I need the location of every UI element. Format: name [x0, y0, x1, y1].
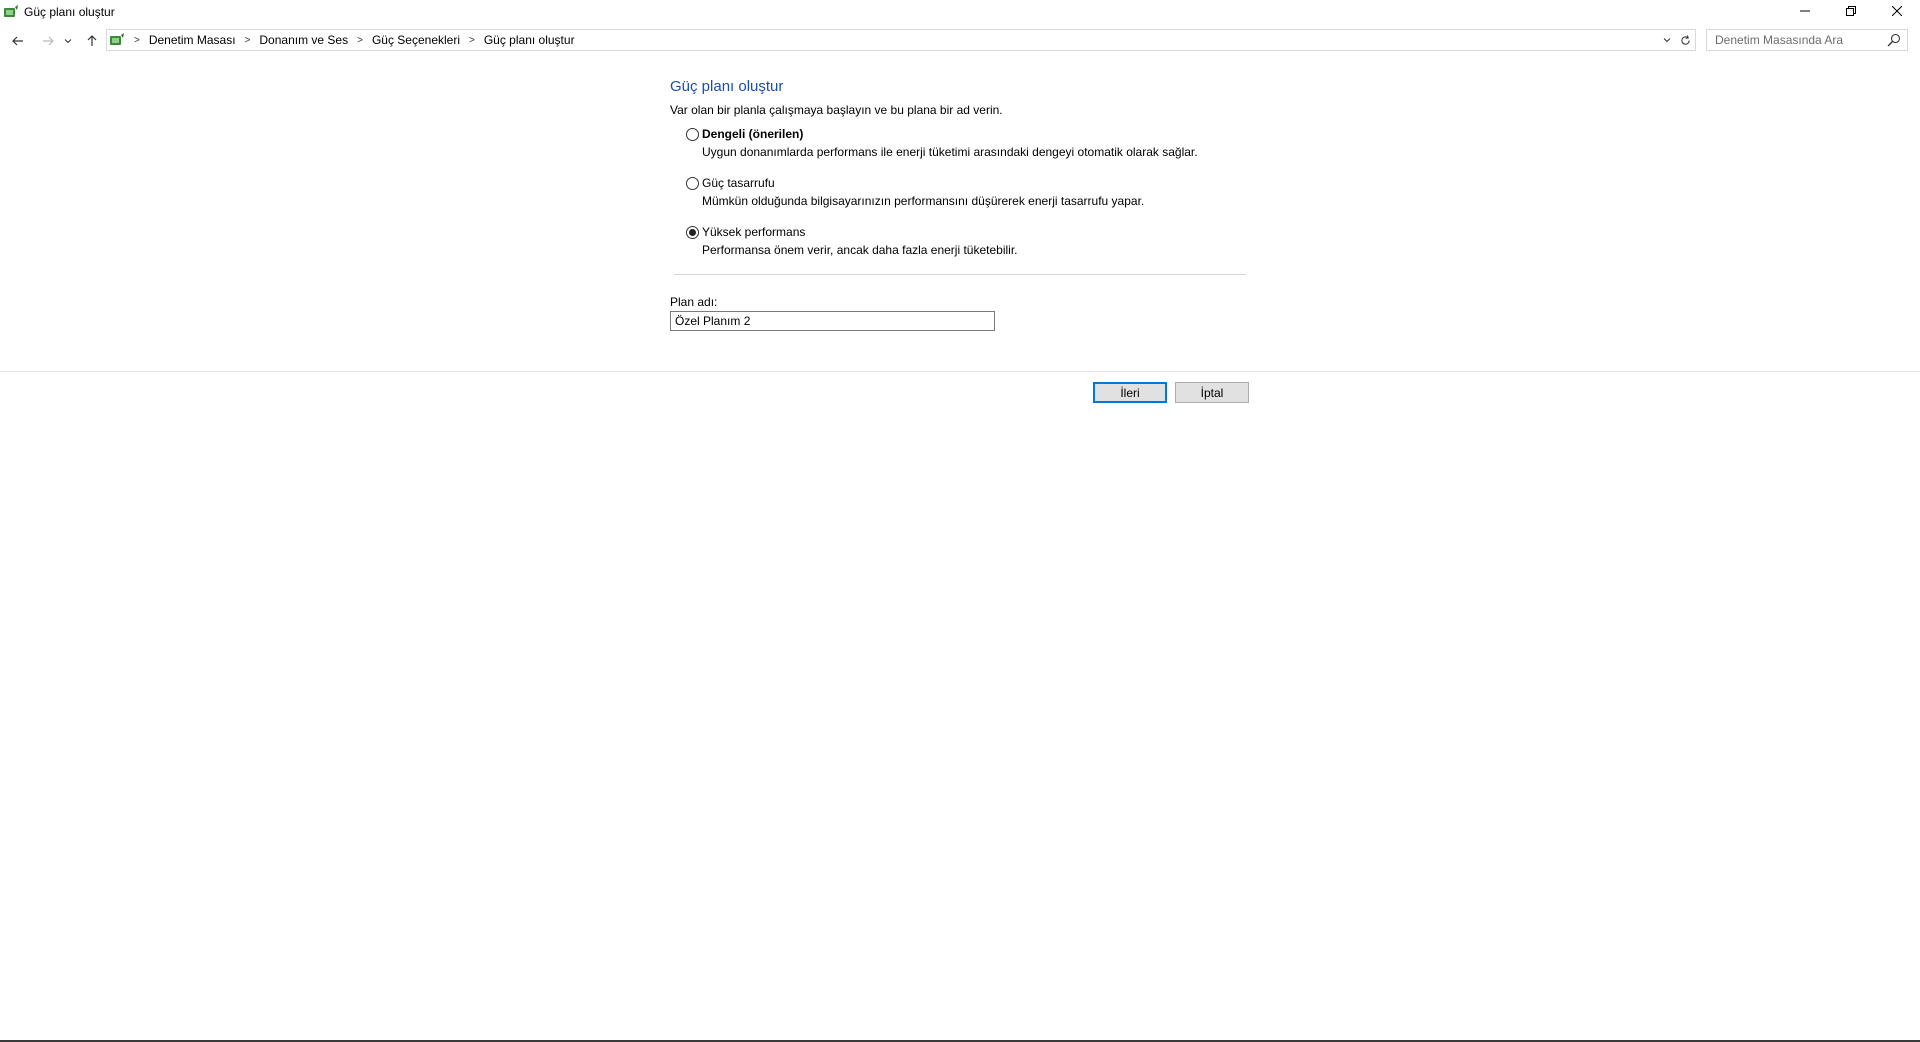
- breadcrumb-separator[interactable]: >: [240, 35, 256, 46]
- control-panel-icon: [110, 33, 124, 45]
- plan-option-power-saver[interactable]: Güç tasarrufu Mümkün olduğunda bilgisaya…: [686, 176, 1250, 209]
- balanced-label[interactable]: Dengeli (önerilen): [702, 127, 1250, 142]
- up-button[interactable]: [82, 31, 102, 51]
- cancel-button[interactable]: İptal: [1175, 382, 1249, 403]
- balanced-description: Uygun donanımlarda performans ile enerji…: [702, 145, 1198, 159]
- chevron-down-icon: [1663, 38, 1671, 43]
- intro-text: Var olan bir planla çalışmaya başlayın v…: [670, 103, 1003, 117]
- breadcrumb-separator[interactable]: >: [129, 35, 145, 46]
- recent-locations-button[interactable]: [62, 31, 74, 51]
- balanced-radio[interactable]: [686, 128, 699, 141]
- restore-icon: [1846, 6, 1856, 16]
- search-placeholder: Denetim Masasında Ara: [1715, 33, 1844, 47]
- restore-button[interactable]: [1828, 0, 1874, 22]
- main-content: Güç planı oluştur Var olan bir planla ça…: [670, 78, 1250, 331]
- chevron-down-icon: [64, 39, 72, 44]
- breadcrumb-create-power-plan[interactable]: Güç planı oluştur: [480, 33, 579, 47]
- address-bar[interactable]: > Denetim Masası > Donanım ve Ses > Güç …: [106, 29, 1696, 51]
- next-button[interactable]: İleri: [1093, 382, 1167, 403]
- forward-button[interactable]: [38, 31, 58, 51]
- breadcrumb-hardware-sound[interactable]: Donanım ve Ses: [255, 33, 352, 47]
- breadcrumb-separator[interactable]: >: [464, 35, 480, 46]
- address-dropdown-button[interactable]: [1659, 32, 1675, 48]
- arrow-up-icon: [87, 35, 97, 46]
- breadcrumb-power-options[interactable]: Güç Seçenekleri: [368, 33, 464, 47]
- power-saver-description: Mümkün olduğunda bilgisayarınızın perfor…: [702, 194, 1145, 208]
- minimize-button[interactable]: [1782, 0, 1828, 22]
- title-bar: Güç planı oluştur: [0, 0, 1920, 24]
- plan-option-high-performance[interactable]: Yüksek performans Performansa önem verir…: [686, 225, 1250, 258]
- breadcrumb-separator[interactable]: >: [352, 35, 368, 46]
- high-performance-label[interactable]: Yüksek performans: [702, 225, 1250, 240]
- breadcrumb-control-panel[interactable]: Denetim Masası: [145, 33, 240, 47]
- plan-name-field[interactable]: [670, 311, 995, 331]
- window-controls: [1782, 0, 1920, 24]
- button-area-divider: [0, 371, 1920, 372]
- search-input[interactable]: Denetim Masasında Ara: [1706, 29, 1908, 51]
- power-saver-label[interactable]: Güç tasarrufu: [702, 176, 1250, 191]
- high-performance-radio[interactable]: [686, 226, 699, 239]
- window-title: Güç planı oluştur: [24, 5, 115, 19]
- power-saver-radio[interactable]: [686, 177, 699, 190]
- navigation-bar: > Denetim Masası > Donanım ve Ses > Güç …: [0, 27, 1920, 53]
- refresh-icon: [1680, 34, 1690, 45]
- plan-name-label: Plan adı:: [670, 295, 718, 309]
- arrow-right-icon: [43, 36, 54, 46]
- arrow-left-icon: [12, 36, 23, 46]
- close-button[interactable]: [1874, 0, 1920, 22]
- plan-option-balanced[interactable]: Dengeli (önerilen) Uygun donanımlarda pe…: [686, 127, 1250, 160]
- minimize-icon: [1800, 10, 1810, 12]
- power-options-icon: [4, 5, 18, 17]
- refresh-button[interactable]: [1677, 32, 1693, 48]
- high-performance-description: Performansa önem verir, ancak daha fazla…: [702, 243, 1018, 257]
- close-icon: [1892, 6, 1902, 16]
- back-button[interactable]: [8, 31, 28, 51]
- divider: [674, 274, 1246, 275]
- search-icon[interactable]: [1887, 33, 1901, 47]
- page-title: Güç planı oluştur: [670, 78, 784, 95]
